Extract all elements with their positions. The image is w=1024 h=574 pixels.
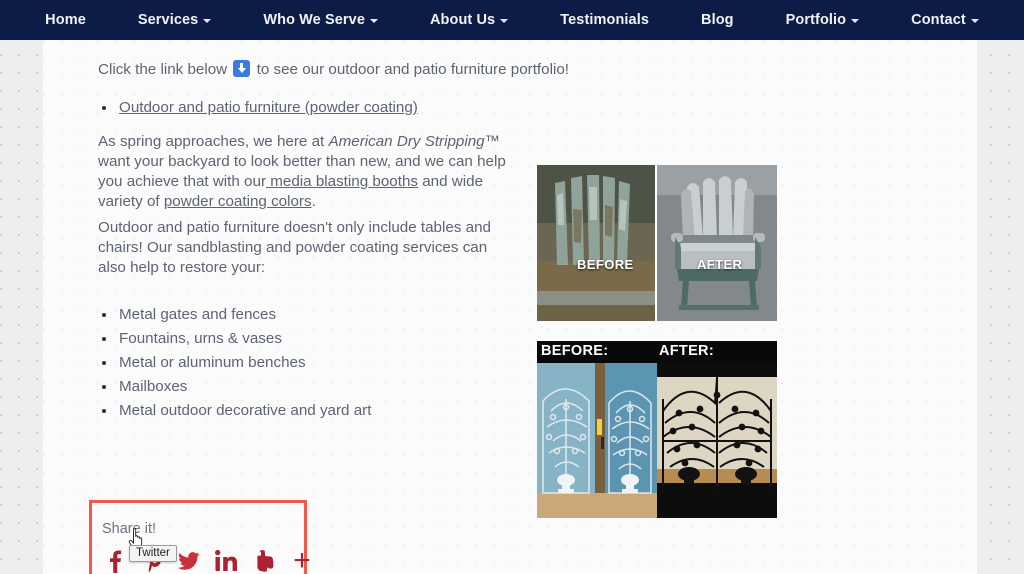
nav-label: Portfolio bbox=[785, 12, 847, 28]
spring-text-1: As spring approaches, we here at bbox=[98, 133, 329, 150]
nav-label: Testimonials bbox=[560, 12, 649, 28]
nav-item-blog[interactable]: Blog bbox=[701, 12, 734, 28]
evernote-icon[interactable] bbox=[254, 548, 276, 574]
gate-label-bar-overlay: BEFORE: AFTER: bbox=[537, 341, 777, 363]
list-item: Metal or aluminum benches bbox=[117, 351, 371, 375]
nav-label: About Us bbox=[429, 12, 496, 28]
nav-item-portfolio[interactable]: Portfolio bbox=[786, 12, 860, 28]
portfolio-link-list: Outdoor and patio furniture (powder coat… bbox=[98, 96, 418, 120]
restorable-items-list: Metal gates and fences Fountains, urns &… bbox=[98, 303, 371, 423]
list-item: Fountains, urns & vases bbox=[117, 327, 371, 351]
gate-before-after-image[interactable]: BEFORE: AFTER: bbox=[537, 341, 777, 518]
spring-text-4: . bbox=[311, 193, 316, 210]
spring-paragraph: As spring approaches, we here at America… bbox=[98, 132, 516, 212]
list-item: Outdoor and patio furniture (powder coat… bbox=[117, 96, 418, 120]
chair-after-artwork bbox=[657, 165, 777, 321]
intro-paragraph: Click the link below to see our outdoor … bbox=[98, 60, 570, 80]
page-scroll-area[interactable]: Click the link below to see our outdoor … bbox=[0, 40, 1024, 574]
brand-name: American Dry Stripping™ bbox=[328, 133, 500, 150]
nav-label: Services bbox=[137, 12, 199, 28]
facebook-icon[interactable] bbox=[104, 548, 126, 574]
nav-label: Home bbox=[45, 12, 86, 28]
list-item: Metal outdoor decorative and yard art bbox=[117, 399, 371, 423]
furniture-paragraph: Outdoor and patio furniture doesn't only… bbox=[98, 219, 491, 276]
list-item: Metal gates and fences bbox=[117, 303, 371, 327]
intro-text-before: Click the link below bbox=[98, 61, 228, 78]
nav-item-home[interactable]: Home bbox=[45, 12, 86, 28]
chevron-down-icon bbox=[369, 19, 378, 23]
chevron-down-icon bbox=[970, 19, 979, 23]
chair-after-photo: AFTER bbox=[657, 165, 777, 321]
share-label: Share it! bbox=[102, 521, 156, 537]
share-tooltip: Twitter bbox=[129, 545, 177, 562]
nav-label: Contact bbox=[911, 12, 966, 28]
more-share-icon[interactable]: + bbox=[291, 546, 313, 574]
gate-after-caption-2: AFTER: bbox=[659, 343, 714, 359]
chair-before-after-image[interactable]: BEFORE AFTER bbox=[537, 165, 777, 321]
intro-text-after: to see our outdoor and patio furniture p… bbox=[256, 61, 570, 78]
gate-artwork bbox=[537, 363, 777, 518]
nav-item-contact[interactable]: Contact bbox=[911, 12, 979, 28]
main-navigation: Home Services Who We Serve About Us Test… bbox=[0, 0, 1024, 40]
nav-item-services[interactable]: Services bbox=[137, 12, 212, 28]
chevron-down-icon bbox=[203, 19, 212, 23]
chevron-down-icon bbox=[851, 19, 860, 23]
chair-before-photo: BEFORE bbox=[537, 165, 656, 321]
clipped-heading-sliver bbox=[98, 40, 428, 41]
nav-label: Blog bbox=[701, 12, 734, 28]
nav-label: Who We Serve bbox=[263, 12, 365, 28]
content-sheet: Click the link below to see our outdoor … bbox=[43, 40, 977, 574]
after-caption: AFTER bbox=[697, 257, 743, 272]
nav-item-who-we-serve[interactable]: Who We Serve bbox=[263, 12, 378, 28]
powder-coating-colors-link[interactable]: powder coating colors bbox=[164, 193, 312, 210]
portfolio-link[interactable]: Outdoor and patio furniture (powder coat… bbox=[119, 99, 418, 116]
chair-before-artwork bbox=[537, 165, 656, 321]
linkedin-icon[interactable] bbox=[215, 548, 239, 574]
media-blasting-booths-link[interactable]: media blasting booths bbox=[266, 173, 418, 190]
twitter-icon[interactable] bbox=[178, 548, 200, 574]
share-section: Share it! + bbox=[89, 500, 311, 574]
list-item: Mailboxes bbox=[117, 375, 371, 399]
chevron-down-icon bbox=[500, 19, 509, 23]
download-arrow-icon bbox=[233, 60, 251, 77]
nav-item-about-us[interactable]: About Us bbox=[429, 12, 509, 28]
nav-item-testimonials[interactable]: Testimonials bbox=[560, 12, 649, 28]
before-caption: BEFORE bbox=[577, 257, 634, 272]
gate-before-caption-2: BEFORE: bbox=[541, 343, 609, 359]
